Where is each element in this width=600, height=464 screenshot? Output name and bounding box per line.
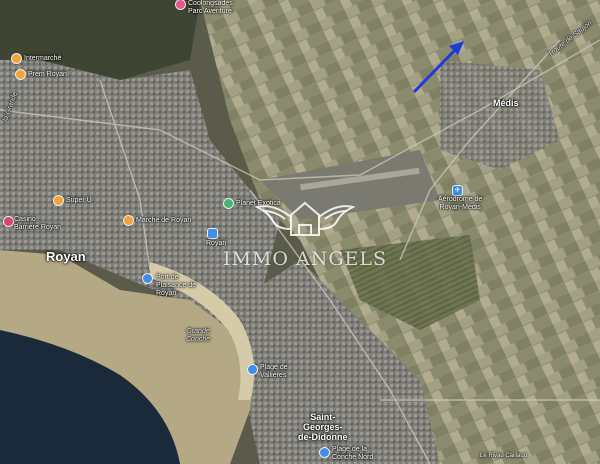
place-saint-georges: Saint- Georges- de-Didonne	[298, 412, 348, 442]
poi-food-icon[interactable]	[16, 70, 25, 79]
poi-prem-royan-label[interactable]: Prem Royan	[28, 71, 67, 79]
poi-shop-icon[interactable]	[54, 196, 63, 205]
poi-beach-icon[interactable]	[248, 365, 257, 374]
place-royan: Royan	[46, 249, 86, 264]
poi-harbor-icon[interactable]	[143, 274, 152, 283]
watermark-text: IMMO ANGELS	[222, 248, 388, 270]
angel-wings-house-icon	[255, 201, 355, 236]
poi-super-u-label[interactable]: Super U	[66, 197, 92, 205]
poi-casino-icon[interactable]	[4, 217, 13, 226]
satellite-map[interactable]: Royan Médis Saint- Georges- de-Didonne G…	[0, 0, 600, 464]
immo-angels-watermark: IMMO ANGELS	[210, 195, 400, 280]
poi-plage-vallieres-label[interactable]: Plage de Vallières	[260, 364, 288, 380]
poi-coologne-label[interactable]: Coolongsades Parc Aventure	[188, 0, 233, 16]
airport-icon[interactable]: ✈	[453, 186, 462, 195]
poi-casino-label[interactable]: Casino Barrière Royan	[14, 216, 61, 232]
poi-marche-label[interactable]: Marché de Royan	[136, 217, 191, 225]
poi-plage-conche-nord-label[interactable]: Plage de la Conche Nord	[332, 446, 373, 462]
poi-shop-icon[interactable]	[12, 54, 21, 63]
poi-le-rivau-label[interactable]: Le Rivau Caillaud	[480, 452, 527, 460]
poi-beach-icon[interactable]	[320, 448, 329, 457]
poi-port-label[interactable]: Port de Plaisance de Royan	[156, 274, 196, 298]
place-grande-conche: Grande Conche	[186, 328, 211, 343]
poi-attraction-icon[interactable]	[176, 0, 185, 9]
place-medis: Médis	[493, 98, 519, 108]
poi-aerodrome-label[interactable]: Aérodrome de Royan-Médis	[438, 196, 482, 212]
poi-intermarche-label[interactable]: Intermarché	[24, 55, 61, 63]
poi-market-icon[interactable]	[124, 216, 133, 225]
